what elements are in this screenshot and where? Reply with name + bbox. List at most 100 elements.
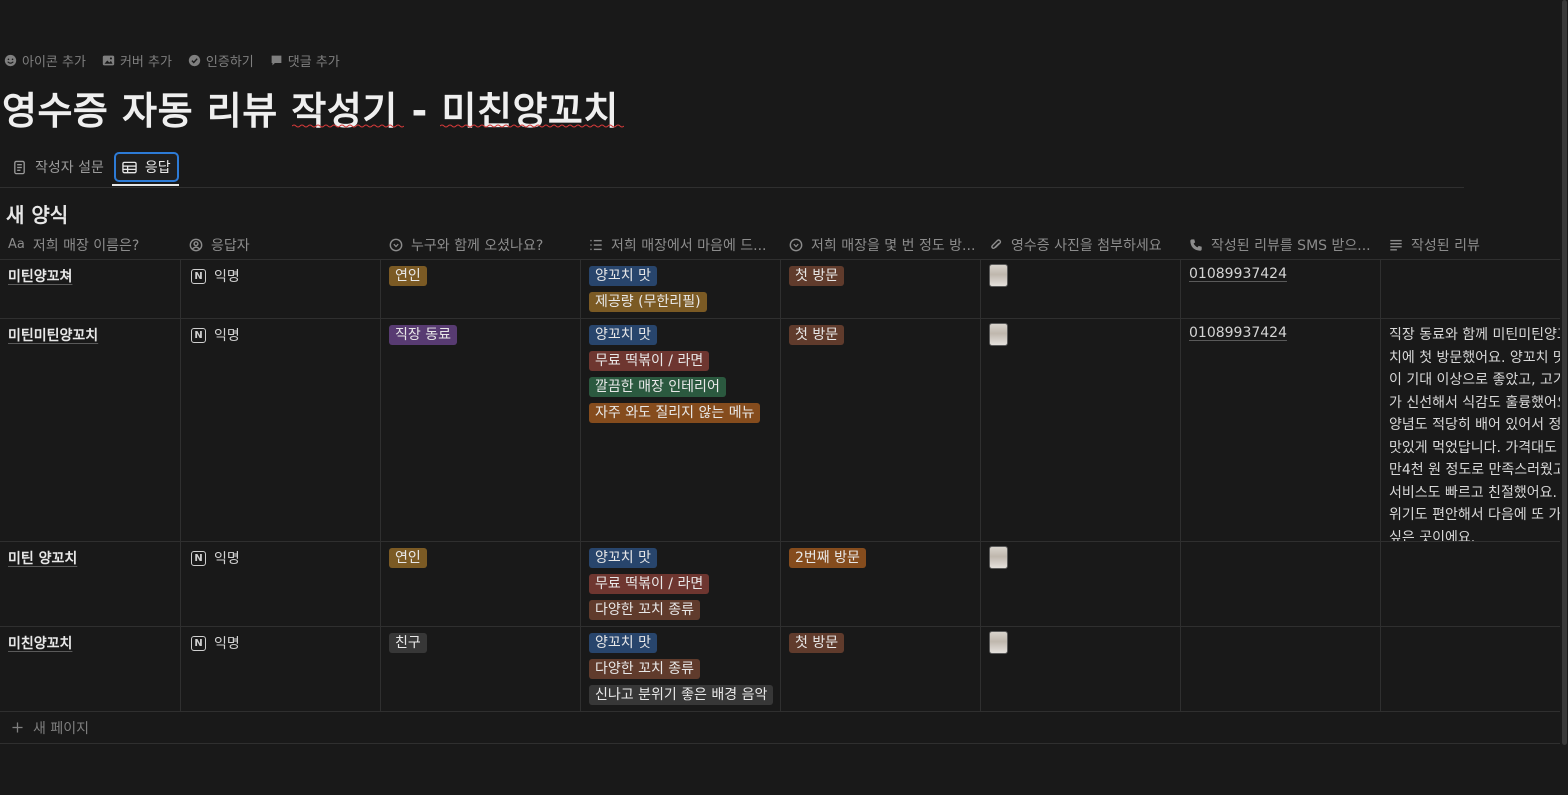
plus-icon	[12, 722, 23, 733]
select-icon	[389, 238, 403, 251]
new-page-button[interactable]: 새 페이지	[0, 712, 1560, 744]
visits-tag[interactable]: 첫 방문	[789, 325, 845, 345]
text-aa-icon: Aa	[8, 237, 25, 252]
text-lines-icon	[1390, 239, 1402, 251]
visits-cell[interactable]: 첫 방문	[781, 627, 981, 711]
store-name-cell[interactable]: 미틴 양꼬치	[0, 542, 181, 626]
liked-option-tag[interactable]: 무료 떡볶이 / 라면	[589, 351, 710, 371]
page-actions-bar: 아이콘 추가 커버 추가 인증하기 댓글 추가	[4, 50, 340, 70]
receipt-cell[interactable]	[981, 627, 1181, 711]
liked-option-tag[interactable]: 다양한 꼬치 종류	[589, 659, 701, 679]
visits-cell[interactable]: 첫 방문	[781, 260, 981, 318]
receipt-thumbnail[interactable]	[989, 546, 1008, 569]
column-label: 저희 매장에서 마음에 드...	[611, 237, 767, 254]
add-cover-button[interactable]: 커버 추가	[102, 51, 172, 70]
store-name[interactable]: 미틴 양꼬치	[8, 549, 77, 567]
liked-option-tag[interactable]: 다양한 꼬치 종류	[589, 600, 701, 620]
column-header-visits[interactable]: 저희 매장을 몇 번 정도 방...	[781, 230, 981, 259]
visits-tag[interactable]: 첫 방문	[789, 633, 845, 653]
phone-cell[interactable]: 01089937424	[1181, 319, 1381, 541]
store-name[interactable]: 미틴양꼬쳐	[8, 267, 72, 285]
liked-option-tag[interactable]: 양꼬치 맛	[589, 633, 657, 653]
store-name[interactable]: 미친양꼬치	[8, 634, 72, 652]
divider	[0, 187, 1464, 188]
companion-cell[interactable]: 직장 동료	[381, 319, 581, 541]
table-header: Aa 저희 매장 이름은? 응답자 누구와 함께 오셨나요? 저희 매장에서 마…	[0, 230, 1560, 260]
store-name-cell[interactable]: 미친양꼬치	[0, 627, 181, 711]
liked-option-tag[interactable]: 제공량 (무한리필)	[589, 292, 707, 312]
column-label: 누구와 함께 오셨나요?	[411, 237, 544, 254]
store-name-cell[interactable]: 미틴양꼬쳐	[0, 260, 181, 318]
phone-cell[interactable]: 01089937424	[1181, 260, 1381, 318]
review-cell[interactable]: 직장 동료와 함께 미틴미틴양꼬 치에 첫 방문했어요. 양꼬치 맛이 기대 이상…	[1381, 319, 1560, 541]
receipt-cell[interactable]	[981, 260, 1181, 318]
visits-cell[interactable]: 2번째 방문	[781, 542, 981, 626]
liked-option-tag[interactable]: 자주 와도 질리지 않는 메뉴	[589, 403, 761, 423]
respondent-cell[interactable]: N 익명	[181, 627, 381, 711]
tab-responses[interactable]: 응답	[113, 152, 179, 182]
tab-label: 작성자 설문	[35, 160, 104, 176]
review-line: 싶은 곳이에요.	[1389, 529, 1476, 542]
column-header-phone[interactable]: 작성된 리뷰를 SMS 받으...	[1181, 230, 1381, 259]
companion-cell[interactable]: 연인	[381, 260, 581, 318]
column-header-receipt[interactable]: 영수증 사진을 첨부하세요	[981, 230, 1181, 259]
respondent-cell[interactable]: N 익명	[181, 542, 381, 626]
liked-option-tag[interactable]: 양꼬치 맛	[589, 548, 657, 568]
column-header-companion[interactable]: 누구와 함께 오셨나요?	[381, 230, 581, 259]
review-line: 서비스도 빠르고 친절했어요. 분	[1389, 484, 1560, 501]
visits-tag[interactable]: 첫 방문	[789, 266, 845, 286]
receipt-thumbnail[interactable]	[989, 323, 1008, 346]
scrollbar-thumb[interactable]	[1562, 0, 1567, 745]
visits-tag[interactable]: 2번째 방문	[789, 548, 866, 568]
table-body: 미틴양꼬쳐 N 익명 연인 양꼬치 맛 제공량 (무한리필) 첫 방문 01089937424…	[0, 260, 1560, 712]
vertical-scrollbar[interactable]	[1560, 0, 1568, 795]
table-row[interactable]: 미틴미틴양꼬치 N 익명 직장 동료 양꼬치 맛무료 떡볶이 / 라면깔끔한 매장 인테…	[0, 319, 1560, 542]
respondent-cell[interactable]: N 익명	[181, 260, 381, 318]
add-comment-button[interactable]: 댓글 추가	[270, 51, 340, 70]
database-title[interactable]: 새 양식	[6, 199, 68, 228]
column-header-store-name[interactable]: Aa 저희 매장 이름은?	[0, 230, 181, 259]
liked-option-tag[interactable]: 깔끔한 매장 인테리어	[589, 377, 726, 397]
phone-number[interactable]: 01089937424	[1189, 323, 1287, 341]
column-header-review[interactable]: 작성된 리뷰	[1381, 230, 1560, 259]
liked-cell[interactable]: 양꼬치 맛다양한 꼬치 종류신나고 분위기 좋은 배경 음악	[581, 627, 781, 711]
liked-option-tag[interactable]: 양꼬치 맛	[589, 325, 657, 345]
liked-cell[interactable]: 양꼬치 맛무료 떡볶이 / 라면다양한 꼬치 종류	[581, 542, 781, 626]
review-cell[interactable]	[1381, 542, 1560, 626]
liked-option-tag[interactable]: 신나고 분위기 좋은 배경 음악	[589, 685, 774, 705]
review-cell[interactable]	[1381, 627, 1560, 711]
review-text: 직장 동료와 함께 미틴미틴양꼬 치에 첫 방문했어요. 양꼬치 맛이 기대 이상…	[1389, 324, 1560, 541]
companion-tag[interactable]: 친구	[389, 633, 427, 653]
verify-button[interactable]: 인증하기	[188, 51, 254, 70]
companion-tag[interactable]: 연인	[389, 548, 427, 568]
store-name-cell[interactable]: 미틴미틴양꼬치	[0, 319, 181, 541]
companion-cell[interactable]: 친구	[381, 627, 581, 711]
review-line: 이 기대 이상으로 좋았고, 고기	[1389, 372, 1560, 388]
column-header-respondent[interactable]: 응답자	[181, 230, 381, 259]
view-tabs: 작성자 설문 응답	[6, 150, 179, 184]
receipt-cell[interactable]	[981, 319, 1181, 541]
respondent-cell[interactable]: N 익명	[181, 319, 381, 541]
tab-author-survey[interactable]: 작성자 설문	[6, 152, 110, 182]
liked-cell[interactable]: 양꼬치 맛무료 떡볶이 / 라면깔끔한 매장 인테리어자주 와도 질리지 않는 …	[581, 319, 781, 541]
visits-cell[interactable]: 첫 방문	[781, 319, 981, 541]
companion-cell[interactable]: 연인	[381, 542, 581, 626]
phone-cell[interactable]	[1181, 542, 1381, 626]
receipt-thumbnail[interactable]	[989, 264, 1008, 287]
column-header-liked[interactable]: 저희 매장에서 마음에 드...	[581, 230, 781, 259]
review-cell[interactable]	[1381, 260, 1560, 318]
receipt-thumbnail[interactable]	[989, 631, 1008, 654]
phone-cell[interactable]	[1181, 627, 1381, 711]
add-icon-button[interactable]: 아이콘 추가	[4, 51, 86, 70]
companion-tag[interactable]: 직장 동료	[389, 325, 457, 345]
table-row[interactable]: 미틴 양꼬치 N 익명 연인 양꼬치 맛무료 떡볶이 / 라면다양한 꼬치 종류 2번째 …	[0, 542, 1560, 627]
companion-tag[interactable]: 연인	[389, 266, 427, 286]
table-row[interactable]: 미친양꼬치 N 익명 친구 양꼬치 맛다양한 꼬치 종류신나고 분위기 좋은 배경 음악…	[0, 627, 1560, 712]
liked-option-tag[interactable]: 무료 떡볶이 / 라면	[589, 574, 710, 594]
phone-number[interactable]: 01089937424	[1189, 264, 1287, 282]
liked-cell[interactable]: 양꼬치 맛제공량 (무한리필)	[581, 260, 781, 318]
table-row[interactable]: 미틴양꼬쳐 N 익명 연인 양꼬치 맛제공량 (무한리필) 첫 방문 01089937424	[0, 260, 1560, 319]
liked-option-tag[interactable]: 양꼬치 맛	[589, 266, 657, 286]
store-name[interactable]: 미틴미틴양꼬치	[8, 326, 98, 344]
receipt-cell[interactable]	[981, 542, 1181, 626]
